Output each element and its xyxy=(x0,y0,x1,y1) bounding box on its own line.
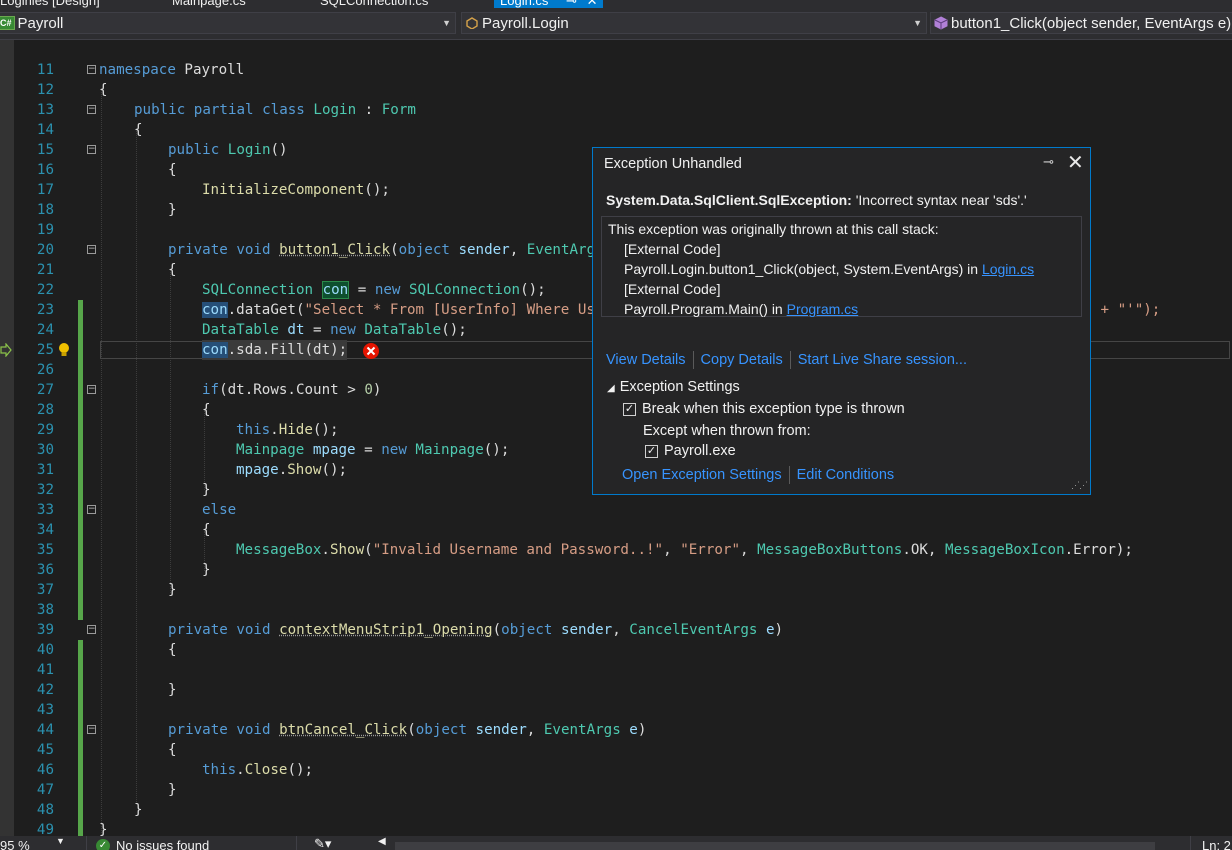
tab-login-design[interactable]: Loginies [Design] xyxy=(0,0,100,8)
code-line-12[interactable]: 12 − namespace Payroll xyxy=(0,60,1232,98)
exception-bottom-links: Open Exception Settings Edit Conditions xyxy=(622,466,894,484)
exception-settings-header[interactable]: ◢ Exception Settings xyxy=(607,379,740,395)
login-cs-link[interactable]: Login.cs xyxy=(982,261,1034,277)
member-label: button1_Click(object sender, EventArgs e… xyxy=(951,14,1232,32)
code-line-11[interactable]: 11 xyxy=(0,40,1232,78)
zoom-level[interactable]: 95 % xyxy=(0,838,30,850)
document-tab-strip: Loginies [Design] Mainpage.cs SQLConnect… xyxy=(0,0,1232,8)
code-line-46[interactable]: 46 { xyxy=(0,740,1232,800)
pin-icon[interactable]: ⊸ xyxy=(1043,154,1054,170)
chevron-down-icon[interactable]: ▼ xyxy=(56,836,65,846)
code-line-39[interactable]: 39 xyxy=(0,600,1232,660)
tab-sqlconnection[interactable]: SQLConnection.cs xyxy=(320,0,428,8)
code-line-13[interactable]: 13 { xyxy=(0,80,1232,118)
code-line-14[interactable]: 14 − public partial class Login : Form xyxy=(0,100,1232,138)
collapse-icon[interactable]: − xyxy=(87,65,96,74)
exception-message: System.Data.SqlClient.SqlException: 'Inc… xyxy=(606,192,1027,208)
code-line-50[interactable]: 50 } xyxy=(0,820,1232,836)
issues-indicator[interactable]: ✓ No issues found xyxy=(96,838,209,850)
navigation-bar: C# Payroll ▼ Payroll.Login ▼ button1_Cli… xyxy=(0,8,1232,40)
code-line-38[interactable]: 38 } xyxy=(0,580,1232,618)
live-share-link[interactable]: Start Live Share session... xyxy=(798,352,967,368)
brush-icon[interactable]: ✎▾ xyxy=(314,836,331,850)
open-exception-settings-link[interactable]: Open Exception Settings xyxy=(622,467,782,483)
exception-title: Exception Unhandled xyxy=(604,156,742,172)
code-line-49[interactable]: 49 } xyxy=(0,800,1232,836)
code-line-35[interactable]: 35 { xyxy=(0,520,1232,580)
scroll-left-icon[interactable]: ◀ xyxy=(378,836,386,847)
program-cs-link[interactable]: Program.cs xyxy=(787,301,859,317)
edit-conditions-link[interactable]: Edit Conditions xyxy=(797,467,895,483)
collapse-icon[interactable]: − xyxy=(87,725,96,734)
csharp-project-icon: C# xyxy=(0,16,15,30)
exception-type: System.Data.SqlClient.SqlException: xyxy=(606,192,852,208)
code-line-15[interactable]: 15 { xyxy=(0,120,1232,158)
call-stack-box: This exception was originally thrown at … xyxy=(601,216,1082,317)
collapse-triangle-icon: ◢ xyxy=(607,383,615,394)
code-line-40[interactable]: 40 − private void contextMenuStrip1_Open… xyxy=(0,620,1232,680)
check-circle-icon: ✓ xyxy=(96,838,110,850)
stack-header: This exception was originally thrown at … xyxy=(608,221,939,237)
class-dropdown[interactable]: Payroll.Login ▼ xyxy=(461,12,927,34)
code-line-41[interactable]: 41 { xyxy=(0,640,1232,700)
code-line-43[interactable]: 43 } xyxy=(0,680,1232,740)
class-label: Payroll.Login xyxy=(482,14,569,32)
except-when-label: Except when thrown from: xyxy=(643,423,811,439)
stack-frame: Payroll.Program.Main() in Program.cs xyxy=(624,301,859,317)
resize-grip-icon[interactable]: ⋰⋰ xyxy=(1071,480,1088,491)
stack-frame: [External Code] xyxy=(624,281,721,297)
chevron-down-icon: ▼ xyxy=(442,18,451,28)
horizontal-scrollbar[interactable] xyxy=(395,842,1155,850)
member-dropdown[interactable]: button1_Click(object sender, EventArgs e… xyxy=(930,12,1232,34)
exception-text: 'Incorrect syntax near 'sds'.' xyxy=(851,192,1027,208)
payroll-exe-checkbox[interactable]: ✓ Payroll.exe xyxy=(645,443,736,459)
editor-status-bar: 95 % ▼ ✓ No issues found ✎▾ ◀ Ln: 2 xyxy=(0,836,1232,850)
tab-mainpage[interactable]: Mainpage.cs xyxy=(172,0,246,8)
code-line-44[interactable]: 44 xyxy=(0,700,1232,760)
collapse-icon[interactable]: − xyxy=(87,625,96,634)
close-icon[interactable]: ✕ xyxy=(587,0,598,8)
stack-frame: Payroll.Login.button1_Click(object, Syst… xyxy=(624,261,1035,277)
close-button[interactable]: ✕ xyxy=(1067,150,1084,175)
tab-label: Login.cs xyxy=(500,0,549,8)
code-line-34[interactable]: 34 − else xyxy=(0,500,1232,560)
pin-icon[interactable]: ⊸ xyxy=(566,0,577,8)
class-icon xyxy=(466,17,478,29)
stack-frame: [External Code] xyxy=(624,241,721,257)
exception-helper-popup: Exception Unhandled ⊸ ✕ System.Data.SqlC… xyxy=(592,147,1091,495)
code-line-36[interactable]: 36 MessageBox.Show("Invalid Username and… xyxy=(0,540,1232,600)
project-label: Payroll xyxy=(17,14,64,32)
code-line-37[interactable]: 37 } xyxy=(0,560,1232,620)
error-icon[interactable] xyxy=(362,342,380,360)
checkbox-checked-icon: ✓ xyxy=(645,444,658,458)
copy-details-link[interactable]: Copy Details xyxy=(701,352,783,368)
collapse-icon[interactable]: − xyxy=(87,245,96,254)
cursor-position: Ln: 2 xyxy=(1202,838,1231,850)
chevron-down-icon: ▼ xyxy=(913,18,922,28)
method-icon xyxy=(934,16,948,30)
collapse-icon[interactable]: − xyxy=(87,105,96,114)
code-line-45[interactable]: 45 − private void btnCancel_Click(object… xyxy=(0,720,1232,780)
break-when-thrown-checkbox[interactable]: ✓ Break when this exception type is thro… xyxy=(623,401,905,417)
checkbox-checked-icon: ✓ xyxy=(623,402,636,416)
code-line-42[interactable]: 42 xyxy=(0,660,1232,720)
code-line-48[interactable]: 48 } xyxy=(0,780,1232,836)
collapse-icon[interactable]: − xyxy=(87,385,96,394)
tab-login-cs[interactable]: Login.cs ⊸ ✕ xyxy=(494,0,604,8)
exception-actions: View Details Copy Details Start Live Share… xyxy=(606,351,967,369)
project-dropdown[interactable]: C# Payroll ▼ xyxy=(0,12,456,34)
code-line-47[interactable]: 47 this.Close(); xyxy=(0,760,1232,820)
collapse-icon[interactable]: − xyxy=(87,145,96,154)
view-details-link[interactable]: View Details xyxy=(606,352,686,368)
collapse-icon[interactable]: − xyxy=(87,505,96,514)
